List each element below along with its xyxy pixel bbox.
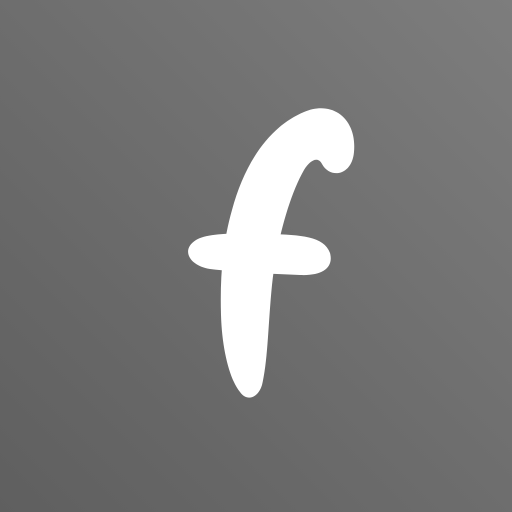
f-logo-icon: [188, 108, 355, 398]
app-icon: [0, 0, 512, 512]
f-crossbar-shape: [188, 233, 331, 276]
